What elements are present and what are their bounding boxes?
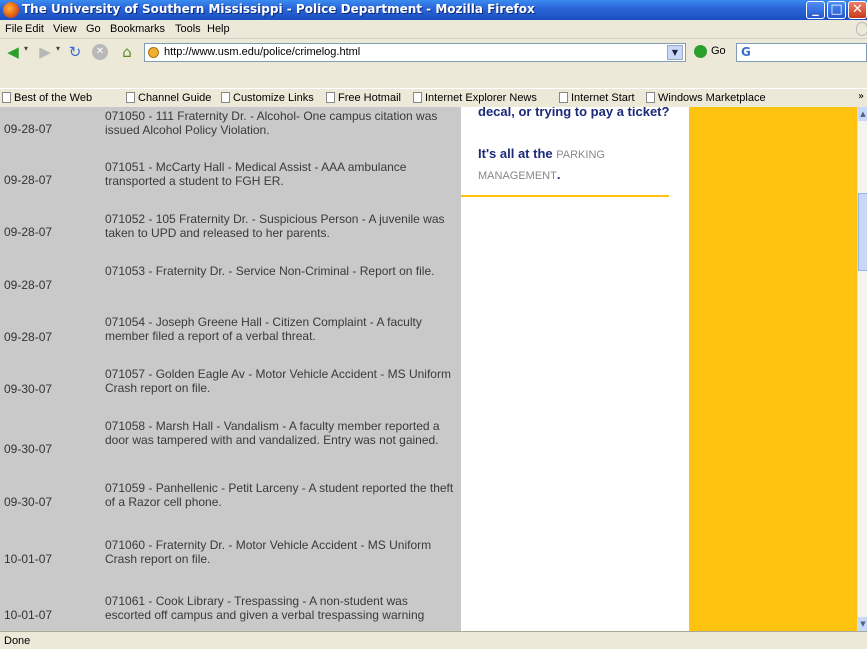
scroll-down-arrow-icon[interactable]: ▼ bbox=[858, 617, 867, 631]
menu-bookmarks[interactable]: Bookmarks bbox=[110, 23, 165, 35]
log-entry: 071057 - Golden Eagle Av - Motor Vehicle… bbox=[105, 367, 451, 395]
page-content: 09-28-07 071050 - 111 Fraternity Dr. - A… bbox=[0, 107, 857, 631]
menu-bar: File Edit View Go Bookmarks Tools Help bbox=[0, 20, 867, 39]
bookmark-page-icon bbox=[126, 92, 135, 103]
search-engine-icon[interactable]: G bbox=[741, 45, 751, 59]
maximize-button[interactable]: □ bbox=[827, 1, 846, 19]
crime-log-column: 09-28-07 071050 - 111 Fraternity Dr. - A… bbox=[0, 107, 461, 631]
back-arrow-icon[interactable]: ◀ bbox=[4, 43, 22, 61]
bookmark-page-icon bbox=[2, 92, 11, 103]
parking-period: . bbox=[556, 167, 561, 182]
bookmark-item[interactable]: Channel Guide bbox=[126, 92, 211, 104]
window-title: The University of Southern Mississippi -… bbox=[22, 2, 535, 16]
log-date: 09-30-07 bbox=[4, 442, 53, 456]
bookmarks-toolbar: Best of the Web Channel Guide Customize … bbox=[0, 88, 867, 107]
log-entry: 071060 - Fraternity Dr. - Motor Vehicle … bbox=[105, 538, 432, 566]
log-entry: 071061 - Cook Library - Trespassing - A … bbox=[105, 594, 425, 622]
close-button[interactable]: ✕ bbox=[848, 1, 867, 19]
reload-icon[interactable]: ↻ bbox=[66, 43, 84, 61]
log-date: 09-30-07 bbox=[4, 382, 53, 396]
bookmark-item[interactable]: Customize Links bbox=[221, 92, 314, 104]
browser-window: The University of Southern Mississippi -… bbox=[0, 0, 867, 649]
menu-view[interactable]: View bbox=[53, 23, 77, 35]
log-date: 09-30-07 bbox=[4, 495, 53, 509]
url-history-dropdown[interactable]: ▼ bbox=[667, 45, 683, 60]
stop-icon[interactable]: ✕ bbox=[92, 43, 110, 61]
menu-tools[interactable]: Tools bbox=[175, 23, 201, 35]
parking-question: decal, or trying to pay a ticket? bbox=[478, 107, 670, 119]
bookmarks-overflow-chevron-icon[interactable]: » bbox=[858, 91, 864, 102]
url-bar[interactable]: http://www.usm.edu/police/crimelog.html … bbox=[144, 43, 686, 62]
status-text: Done bbox=[4, 635, 31, 647]
log-date: 09-28-07 bbox=[4, 330, 53, 344]
log-entry: 071058 - Marsh Hall - Vandalism - A facu… bbox=[105, 419, 440, 447]
log-date: 10-01-07 bbox=[4, 552, 53, 566]
parking-info-panel: decal, or trying to pay a ticket? It's a… bbox=[461, 107, 689, 631]
forward-dropdown-icon[interactable]: ▾ bbox=[56, 44, 60, 53]
scroll-up-arrow-icon[interactable]: ▲ bbox=[858, 107, 867, 121]
bookmark-item[interactable]: Windows Marketplace bbox=[646, 92, 766, 104]
log-date: 09-28-07 bbox=[4, 122, 53, 136]
bookmark-page-icon bbox=[559, 92, 568, 103]
log-entry: 071052 - 105 Fraternity Dr. - Suspicious… bbox=[105, 212, 445, 240]
status-bar: Done bbox=[0, 631, 867, 649]
menu-file[interactable]: File bbox=[5, 23, 23, 35]
menu-help[interactable]: Help bbox=[207, 23, 230, 35]
panel-divider bbox=[461, 195, 669, 197]
log-entry: 071051 - McCarty Hall - Medical Assist -… bbox=[105, 160, 407, 188]
bookmark-item[interactable]: Internet Explorer News bbox=[413, 92, 537, 104]
bookmark-item[interactable]: Internet Start bbox=[559, 92, 635, 104]
go-icon[interactable] bbox=[694, 45, 707, 58]
log-entry: 071059 - Panhellenic - Petit Larceny - A… bbox=[105, 481, 454, 509]
bookmark-page-icon bbox=[326, 92, 335, 103]
navigation-toolbar: ◀ ▾ ▶ ▾ ↻ ✕ ⌂ http://www.usm.edu/police/… bbox=[0, 40, 867, 64]
gold-side-panel bbox=[689, 107, 857, 631]
title-bar: The University of Southern Mississippi -… bbox=[0, 0, 867, 20]
url-text[interactable]: http://www.usm.edu/police/crimelog.html bbox=[164, 46, 360, 58]
menu-go[interactable]: Go bbox=[86, 23, 101, 35]
minimize-button[interactable]: _ bbox=[806, 1, 825, 19]
go-button[interactable]: Go bbox=[711, 45, 726, 57]
site-favicon-icon bbox=[148, 47, 159, 58]
bookmark-page-icon bbox=[221, 92, 230, 103]
parking-line: It's all at the PARKING MANAGEMENT. bbox=[478, 144, 678, 186]
firefox-logo-icon bbox=[3, 2, 19, 18]
parking-lead: It's all at the bbox=[478, 146, 553, 161]
home-icon[interactable]: ⌂ bbox=[118, 43, 136, 61]
forward-arrow-icon[interactable]: ▶ bbox=[36, 43, 54, 61]
menu-edit[interactable]: Edit bbox=[25, 23, 44, 35]
throbber-icon bbox=[856, 22, 867, 36]
back-dropdown-icon[interactable]: ▾ bbox=[24, 44, 28, 53]
log-date: 09-28-07 bbox=[4, 225, 53, 239]
log-entry: 071053 - Fraternity Dr. - Service Non-Cr… bbox=[105, 264, 435, 278]
bookmark-page-icon bbox=[646, 92, 655, 103]
log-entry: 071054 - Joseph Greene Hall - Citizen Co… bbox=[105, 315, 422, 343]
vertical-scrollbar[interactable]: ▲ ▼ bbox=[857, 107, 867, 631]
log-date: 09-28-07 bbox=[4, 278, 53, 292]
search-input[interactable]: G bbox=[736, 43, 867, 62]
scroll-thumb[interactable] bbox=[858, 193, 867, 271]
bookmark-item[interactable]: Best of the Web bbox=[2, 92, 92, 104]
log-entry: 071050 - 111 Fraternity Dr. - Alcohol- O… bbox=[105, 109, 438, 137]
bookmark-item[interactable]: Free Hotmail bbox=[326, 92, 401, 104]
log-date: 10-01-07 bbox=[4, 608, 53, 622]
log-date: 09-28-07 bbox=[4, 173, 53, 187]
bookmark-page-icon bbox=[413, 92, 422, 103]
